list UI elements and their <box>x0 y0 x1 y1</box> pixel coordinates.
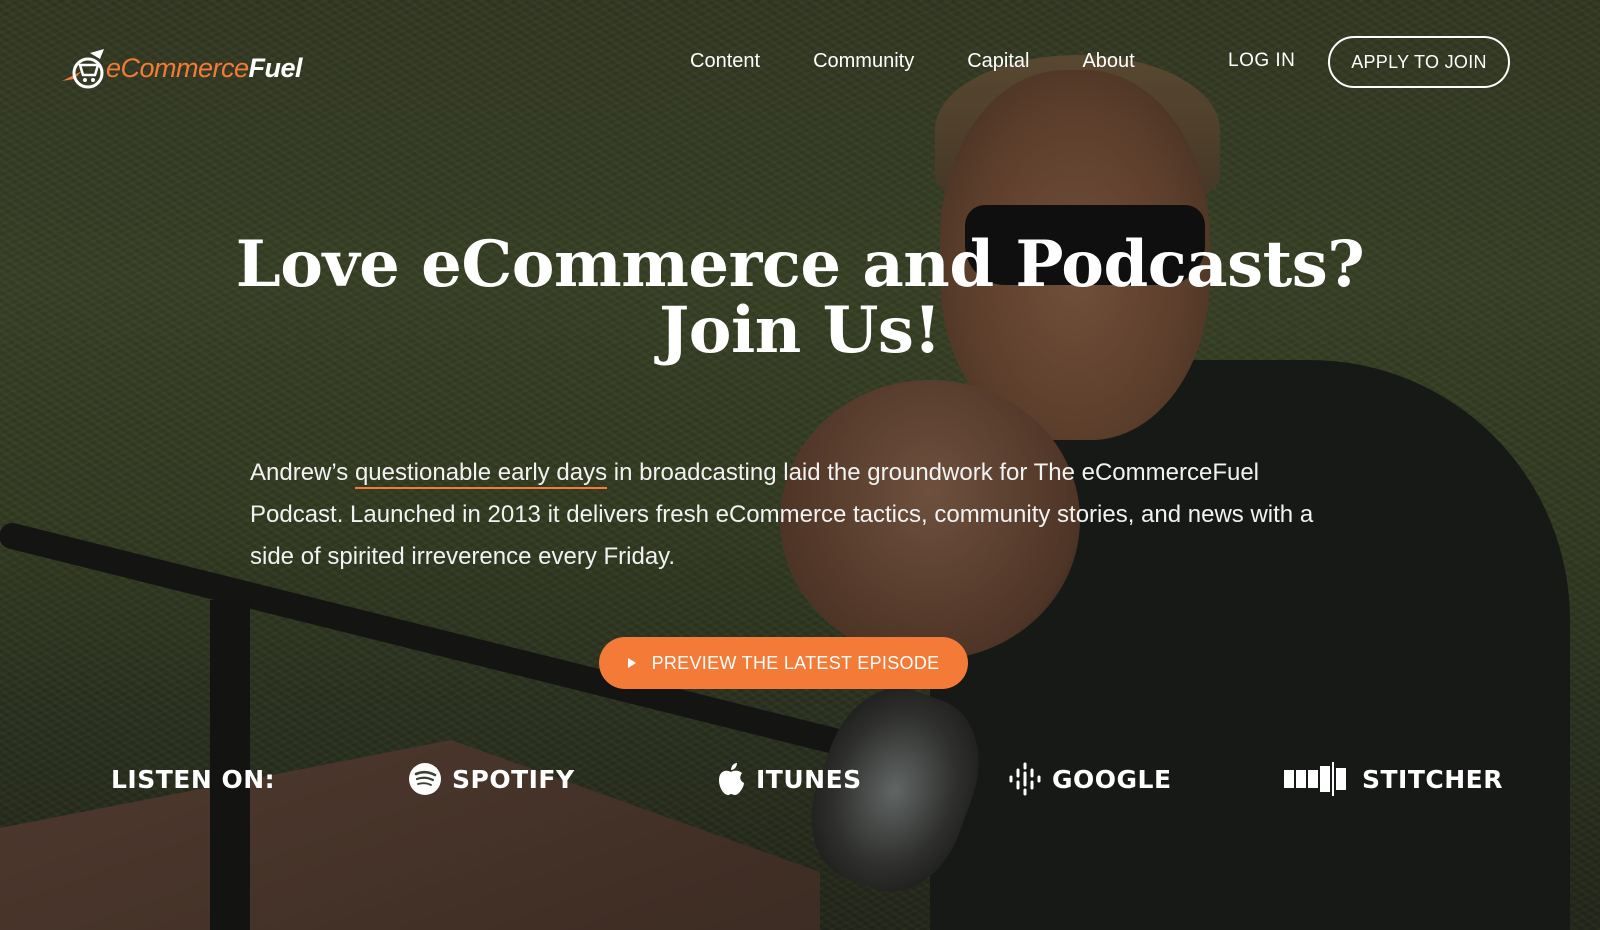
headline-line-1: Love eCommerce and Podcasts? <box>235 227 1365 302</box>
google-podcasts-link[interactable]: GOOGLE <box>1008 759 1172 799</box>
spotify-label: SPOTIFY <box>452 764 575 794</box>
logo-wordmark: eCommerceFuel <box>106 52 303 84</box>
spotify-icon <box>408 762 442 796</box>
stitcher-link[interactable]: STITCHER <box>1284 759 1503 799</box>
google-podcasts-icon <box>1008 762 1042 796</box>
hero-headline: Love eCommerce and Podcasts? Join Us! <box>200 232 1400 364</box>
nav-item-capital[interactable]: Capital <box>967 50 1029 73</box>
headline-line-2: Join Us! <box>658 293 942 368</box>
nav-item-community[interactable]: Community <box>813 50 914 73</box>
apple-icon <box>716 761 746 797</box>
listen-on-label: LISTEN ON: <box>111 765 276 794</box>
cta-label: PREVIEW THE LATEST EPISODE <box>651 652 940 673</box>
logo-text-fuel: Fuel <box>248 52 303 83</box>
itunes-label: ITUNES <box>756 764 862 794</box>
preview-latest-episode-button[interactable]: PREVIEW THE LATEST EPISODE <box>599 637 968 689</box>
site-header: eCommerceFuel Content Community Capital … <box>0 0 1600 130</box>
hero-description: Andrew’s questionable early days in broa… <box>250 452 1330 578</box>
site-logo[interactable]: eCommerceFuel <box>60 40 303 96</box>
stitcher-icon <box>1284 762 1352 796</box>
stitcher-label: STITCHER <box>1362 764 1504 794</box>
google-label: GOOGLE <box>1052 764 1172 794</box>
questionable-early-days-link[interactable]: questionable early days <box>354 459 608 489</box>
logo-cart-icon <box>60 43 110 93</box>
logo-text-ecommerce: eCommerce <box>106 52 249 83</box>
main-nav: Content Community Capital About <box>690 50 1135 73</box>
itunes-link[interactable]: ITUNES <box>716 759 862 799</box>
apply-to-join-button[interactable]: APPLY TO JOIN <box>1328 36 1510 88</box>
hero-section: eCommerceFuel Content Community Capital … <box>0 0 1600 930</box>
nav-item-about[interactable]: About <box>1082 50 1134 73</box>
spotify-link[interactable]: SPOTIFY <box>408 759 575 799</box>
nav-item-content[interactable]: Content <box>690 50 760 73</box>
description-prefix: Andrew’s <box>250 459 355 486</box>
login-link[interactable]: LOG IN <box>1228 50 1295 72</box>
listen-on-row: LISTEN ON: SPOTIFY ITUNES GOOGLE STITCHE… <box>0 755 1600 805</box>
play-icon <box>627 658 636 668</box>
